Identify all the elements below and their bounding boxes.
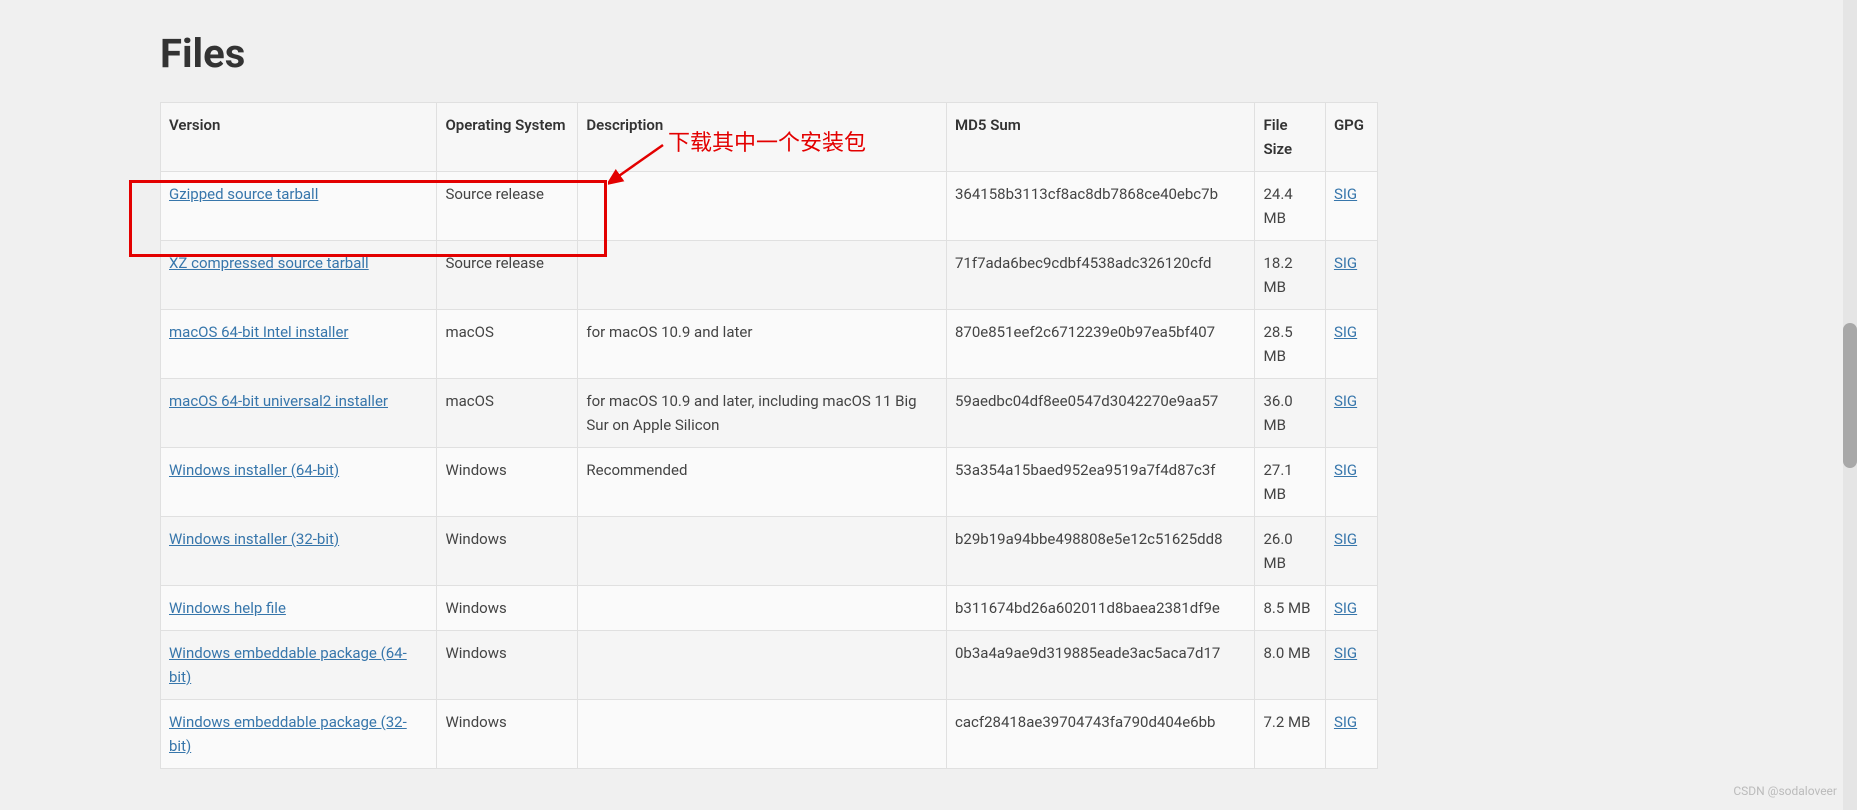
cell-md5: 71f7ada6bec9cdbf4538adc326120cfd [947,241,1255,310]
cell-file-size: 8.0 MB [1255,631,1325,700]
cell-md5: 59aedbc04df8ee0547d3042270e9aa57 [947,379,1255,448]
cell-description [578,172,947,241]
cell-md5: 364158b3113cf8ac8db7868ce40ebc7b [947,172,1255,241]
cell-file-size: 7.2 MB [1255,700,1325,769]
table-row: XZ compressed source tarball Source relea… [161,241,1378,310]
sig-link[interactable]: SIG [1334,599,1357,617]
table-row: macOS 64-bit universal2 installer macOSfo… [161,379,1378,448]
cell-os: Source release [437,241,578,310]
version-link[interactable]: XZ compressed source tarball [169,254,369,272]
scrollbar-thumb[interactable] [1843,323,1857,468]
table-row: Windows help file Windows b311674bd26a6020… [161,586,1378,631]
cell-file-size: 28.5 MB [1255,310,1325,379]
cell-md5: b311674bd26a602011d8baea2381df9e [947,586,1255,631]
header-gpg: GPG [1325,103,1377,172]
cell-file-size: 24.4 MB [1255,172,1325,241]
sig-link[interactable]: SIG [1334,530,1357,548]
watermark: CSDN @sodaloveer [1733,784,1837,798]
version-link[interactable]: Windows installer (32-bit) [169,530,339,548]
cell-description [578,517,947,586]
cell-description: for macOS 10.9 and later [578,310,947,379]
version-link[interactable]: macOS 64-bit Intel installer [169,323,348,341]
table-row: Windows embeddable package (32-bit) Windo… [161,700,1378,769]
sig-link[interactable]: SIG [1334,713,1357,731]
cell-file-size: 26.0 MB [1255,517,1325,586]
version-link[interactable]: Windows embeddable package (32-bit) [169,713,407,755]
page-title: Files [160,30,1697,77]
header-os: Operating System [437,103,578,172]
cell-os: Windows [437,631,578,700]
cell-file-size: 8.5 MB [1255,586,1325,631]
cell-md5: 0b3a4a9ae9d319885eade3ac5aca7d17 [947,631,1255,700]
cell-description: for macOS 10.9 and later, including macO… [578,379,947,448]
table-row: Gzipped source tarball Source release 3641… [161,172,1378,241]
cell-file-size: 36.0 MB [1255,379,1325,448]
cell-os: Windows [437,700,578,769]
version-link[interactable]: Windows embeddable package (64-bit) [169,644,407,686]
files-table: Version Operating System Description MD5… [160,102,1378,769]
sig-link[interactable]: SIG [1334,185,1357,203]
cell-file-size: 27.1 MB [1255,448,1325,517]
cell-md5: 870e851eef2c6712239e0b97ea5bf407 [947,310,1255,379]
version-link[interactable]: Gzipped source tarball [169,185,318,203]
cell-description [578,700,947,769]
header-version: Version [161,103,437,172]
cell-os: macOS [437,379,578,448]
cell-os: Windows [437,517,578,586]
cell-os: Source release [437,172,578,241]
table-row: macOS 64-bit Intel installer macOSfor mac… [161,310,1378,379]
sig-link[interactable]: SIG [1334,254,1357,272]
cell-description [578,631,947,700]
cell-description: Recommended [578,448,947,517]
table-header-row: Version Operating System Description MD5… [161,103,1378,172]
table-row: Windows installer (64-bit) WindowsRecomme… [161,448,1378,517]
sig-link[interactable]: SIG [1334,323,1357,341]
cell-os: Windows [437,448,578,517]
sig-link[interactable]: SIG [1334,644,1357,662]
header-description: Description [578,103,947,172]
cell-os: macOS [437,310,578,379]
sig-link[interactable]: SIG [1334,461,1357,479]
cell-file-size: 18.2 MB [1255,241,1325,310]
cell-description [578,241,947,310]
table-row: Windows embeddable package (64-bit) Windo… [161,631,1378,700]
cell-md5: cacf28418ae39704743fa790d404e6bb [947,700,1255,769]
header-md5: MD5 Sum [947,103,1255,172]
sig-link[interactable]: SIG [1334,392,1357,410]
cell-md5: b29b19a94bbe498808e5e12c51625dd8 [947,517,1255,586]
version-link[interactable]: macOS 64-bit universal2 installer [169,392,388,410]
table-row: Windows installer (32-bit) Windows b29b19a… [161,517,1378,586]
version-link[interactable]: Windows installer (64-bit) [169,461,339,479]
cell-os: Windows [437,586,578,631]
version-link[interactable]: Windows help file [169,599,286,617]
cell-description [578,586,947,631]
cell-md5: 53a354a15baed952ea9519a7f4d87c3f [947,448,1255,517]
header-file-size: File Size [1255,103,1325,172]
